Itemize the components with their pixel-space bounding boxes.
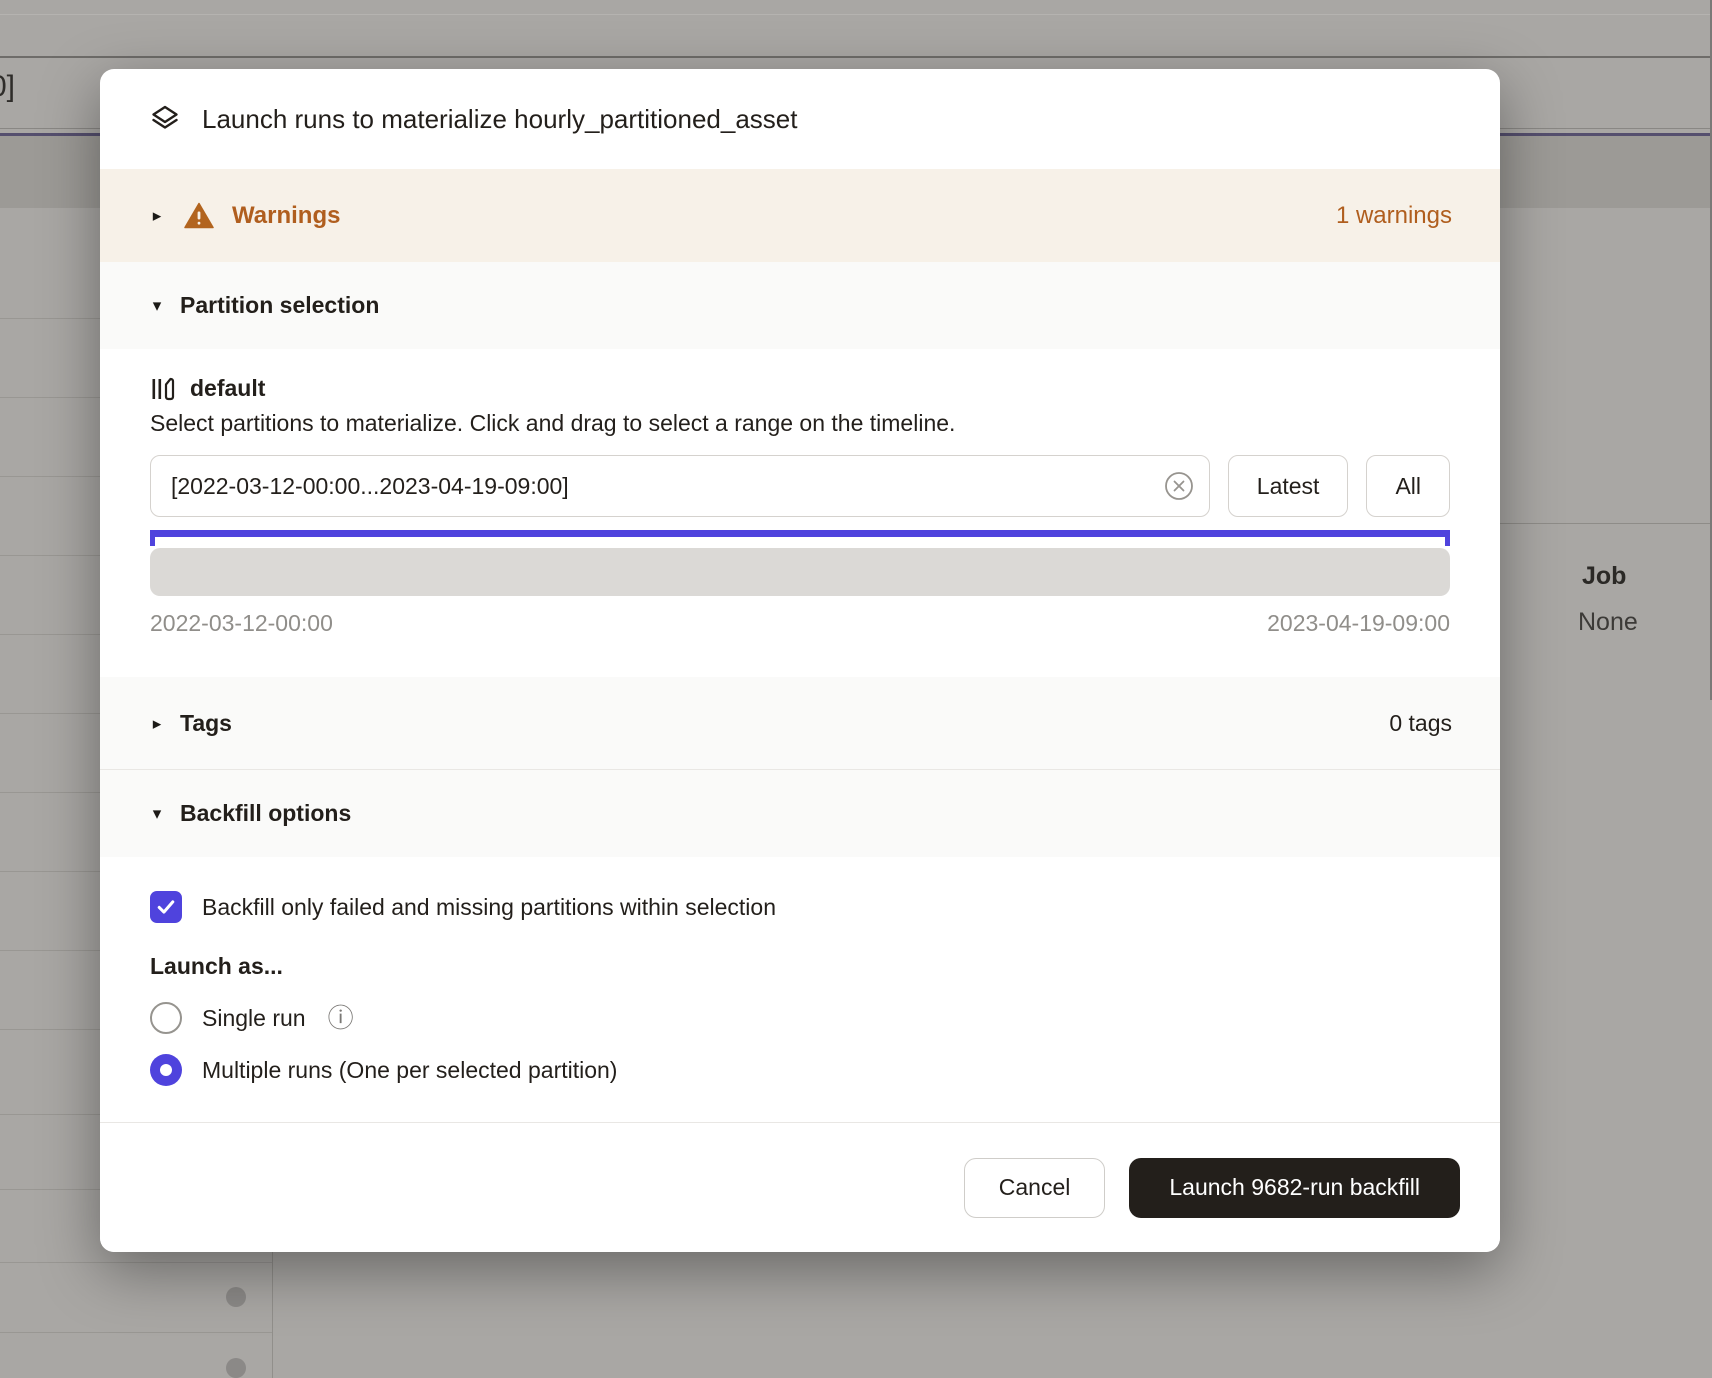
partition-selection-body: default Select partitions to materialize… xyxy=(100,349,1500,677)
bg-status-dot xyxy=(226,1287,246,1307)
tags-count-badge: 0 tags xyxy=(1389,710,1452,737)
partition-dimension-name: default xyxy=(190,375,265,402)
bg-row-divider xyxy=(0,397,100,398)
bg-row-divider xyxy=(0,1029,100,1030)
radio-unselected-icon[interactable] xyxy=(150,1002,182,1034)
bg-status-dot xyxy=(226,1358,246,1378)
checkbox-checked-icon[interactable] xyxy=(150,891,182,923)
bg-job-column-header: Job xyxy=(1582,562,1626,591)
launch-as-label: Launch as... xyxy=(150,953,1450,980)
bg-row-divider xyxy=(0,318,100,319)
dialog-header: Launch runs to materialize hourly_partit… xyxy=(100,69,1500,169)
selection-range-bar xyxy=(150,530,1450,537)
select-latest-button[interactable]: Latest xyxy=(1228,455,1349,517)
selection-range-bracket xyxy=(150,530,1450,546)
bg-row-divider xyxy=(1500,523,1712,524)
single-run-radio-row[interactable]: Single run ⓘ xyxy=(150,1002,1450,1034)
bg-row-divider xyxy=(0,713,100,714)
tags-section-toggle[interactable]: ▸ Tags 0 tags xyxy=(100,677,1500,770)
dialog-footer: Cancel Launch 9682-run backfill xyxy=(100,1122,1500,1252)
multiple-runs-label: Multiple runs (One per selected partitio… xyxy=(202,1057,617,1084)
clear-circle-x-icon xyxy=(1164,471,1194,501)
timeline-start-label: 2022-03-12-00:00 xyxy=(150,610,333,637)
backfill-options-header: Backfill options xyxy=(180,800,351,827)
chevron-down-icon: ▾ xyxy=(148,297,166,314)
select-all-button[interactable]: All xyxy=(1366,455,1450,517)
chevron-down-icon: ▾ xyxy=(148,805,166,822)
bg-row-divider xyxy=(0,950,100,951)
cancel-button[interactable]: Cancel xyxy=(964,1158,1106,1218)
bg-row-divider xyxy=(0,555,100,556)
bg-row-divider xyxy=(0,634,100,635)
partition-selection-header: Partition selection xyxy=(180,292,379,319)
partition-range-input-wrap xyxy=(150,455,1210,517)
info-icon[interactable]: ⓘ xyxy=(328,1005,354,1031)
bg-row-divider xyxy=(0,476,100,477)
clear-selection-button[interactable] xyxy=(1164,471,1194,501)
bg-row-divider xyxy=(0,1114,100,1115)
warning-triangle-icon xyxy=(184,202,214,229)
single-run-label: Single run xyxy=(202,1005,306,1032)
tags-header: Tags xyxy=(180,710,232,737)
warnings-label: Warnings xyxy=(232,202,340,230)
warnings-section-toggle[interactable]: ▸ Warnings 1 warnings xyxy=(100,169,1500,262)
bg-truncated-text: 0] xyxy=(0,70,15,104)
checkmark-icon xyxy=(155,896,177,918)
partition-range-row: Latest All xyxy=(150,455,1450,517)
backfill-failed-missing-checkbox-row[interactable]: Backfill only failed and missing partiti… xyxy=(150,891,1450,923)
selection-range-tick-end xyxy=(1445,530,1450,546)
chevron-right-icon: ▸ xyxy=(148,715,166,732)
bg-row-divider xyxy=(0,871,100,872)
launch-backfill-button[interactable]: Launch 9682-run backfill xyxy=(1129,1158,1460,1218)
launch-backfill-dialog: Launch runs to materialize hourly_partit… xyxy=(100,69,1500,1252)
backfill-checkbox-label: Backfill only failed and missing partiti… xyxy=(202,894,776,921)
timeline-end-label: 2023-04-19-09:00 xyxy=(1267,610,1450,637)
warnings-count-badge: 1 warnings xyxy=(1336,202,1452,230)
backfill-options-body: Backfill only failed and missing partiti… xyxy=(100,857,1500,1106)
partition-selection-toggle[interactable]: ▾ Partition selection xyxy=(100,262,1500,349)
bg-row-divider xyxy=(0,792,100,793)
bg-toolbar-divider xyxy=(0,56,1712,58)
chevron-right-icon: ▸ xyxy=(148,207,166,224)
partition-dimension-row: default xyxy=(150,375,1450,402)
materialize-layers-icon xyxy=(150,104,180,134)
bg-column-divider xyxy=(272,1252,273,1378)
dialog-title: Launch runs to materialize hourly_partit… xyxy=(202,104,797,135)
backfill-options-toggle[interactable]: ▾ Backfill options xyxy=(100,770,1500,857)
partition-selection-description: Select partitions to materialize. Click … xyxy=(150,410,1450,437)
selection-range-tick-start xyxy=(150,530,155,546)
bg-job-column-value: None xyxy=(1578,608,1638,637)
partition-timeline[interactable] xyxy=(150,548,1450,596)
multiple-runs-radio-row[interactable]: Multiple runs (One per selected partitio… xyxy=(150,1054,1450,1086)
bg-row-divider xyxy=(0,1262,272,1263)
radio-selected-icon[interactable] xyxy=(150,1054,182,1086)
bg-row-divider xyxy=(0,14,1712,15)
timeline-labels: 2022-03-12-00:00 2023-04-19-09:00 xyxy=(150,610,1450,637)
partition-set-icon xyxy=(150,376,176,402)
bg-row-divider xyxy=(0,1332,272,1333)
partition-range-input[interactable] xyxy=(150,455,1210,517)
